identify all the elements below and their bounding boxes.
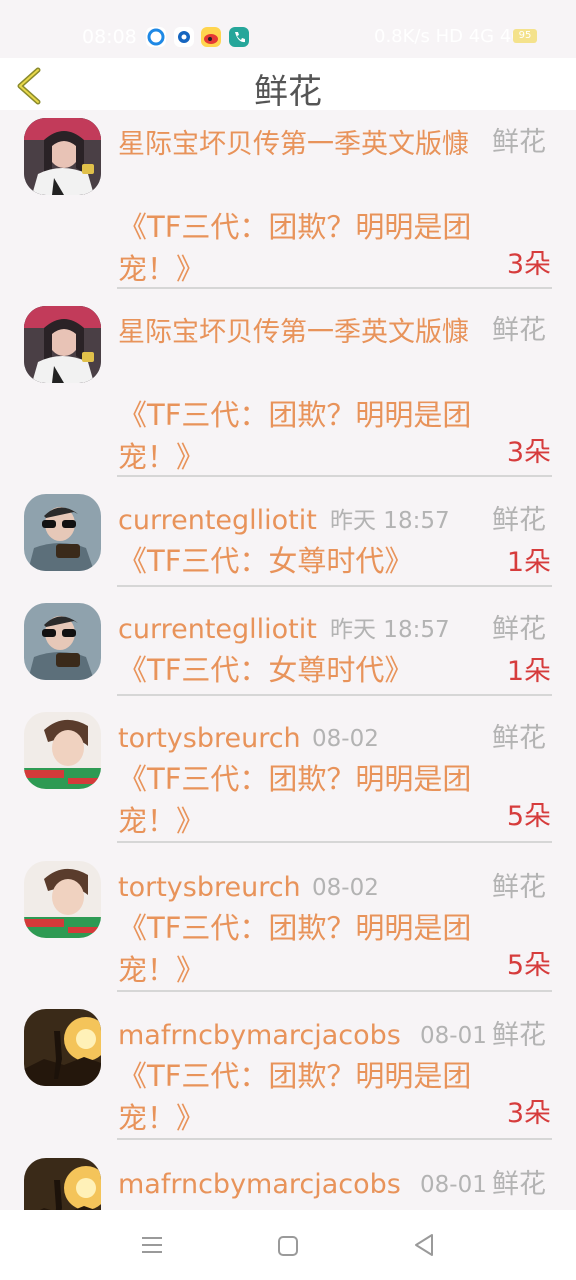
gift-type: 鲜花 [492,505,546,536]
menu-icon [142,1237,162,1253]
avatar[interactable] [24,494,101,571]
flower-count: 1朵 [506,656,551,687]
divider [117,694,552,696]
book-title[interactable]: 《TF三代：女尊时代》 [118,540,478,582]
sender-name[interactable]: tortysbreurch [118,869,301,907]
book-title[interactable]: 《TF三代：团欺？明明是团宠！》 [118,907,498,991]
gift-type: 鲜花 [492,614,546,645]
weibo-icon [201,27,221,47]
page-title: 鲜花 [254,72,322,112]
status-bar: 08:08 0.8K/s HD 4G 4G 95 [0,0,576,58]
back-triangle-icon [415,1234,433,1256]
book-title[interactable]: 《TF三代：团欺？明明是团宠！》 [118,758,498,842]
timestamp: 昨天 18:57 [330,617,450,643]
gift-type: 鲜花 [492,1020,546,1051]
book-title[interactable]: 《TF三代：女尊时代》 [118,649,478,691]
divider [117,287,552,289]
sender-name[interactable]: currenteglliotit [118,502,317,540]
timestamp: 昨天 18:57 [330,508,450,534]
sender-name[interactable]: currenteglliotit [118,611,317,649]
avatar[interactable] [24,1158,101,1210]
list-item[interactable]: 星际宝坏贝传第一季英文版慷 鲜花 《TF三代：团欺？明明是团宠！》 3朵 [0,110,576,290]
flower-record-list[interactable]: 星际宝坏贝传第一季英文版慷 鲜花 《TF三代：团欺？明明是团宠！》 3朵 星际宝… [0,110,576,1210]
home-button[interactable] [276,1234,300,1258]
timestamp: 08-01 [420,1023,487,1049]
divider [117,841,552,843]
avatar[interactable] [24,603,101,680]
home-square-icon [278,1236,298,1256]
flower-count: 1朵 [506,547,551,578]
list-item[interactable]: tortysbreurch 08-02 鲜花 《TF三代：团欺？明明是团宠！》 … [0,706,576,846]
timestamp: 08-01 [420,1172,487,1198]
list-item[interactable]: mafrncbymarcjacobs 08-01 鲜花 《TF三代：团欺？明明是… [0,1003,576,1143]
gift-type: 鲜花 [492,872,546,903]
gift-type: 鲜花 [492,127,546,158]
book-title[interactable]: 《TF三代：团欺？明明是团宠！》 [118,206,498,290]
list-item[interactable]: currenteglliotit 昨天 18:57 鲜花 《TF三代：女尊时代》… [0,488,576,588]
sender-name[interactable]: 星际宝坏贝传第一季英文版慷 [118,124,488,166]
gift-type: 鲜花 [492,315,546,346]
menu-button[interactable] [140,1234,164,1256]
avatar[interactable] [24,306,101,383]
flower-count: 3朵 [506,249,551,280]
system-navigation-bar [0,1210,576,1280]
sender-name[interactable]: tortysbreurch [118,720,301,758]
back-nav-button[interactable] [412,1232,436,1258]
network-status: 0.8K/s HD 4G 4G [374,26,526,47]
flower-count: 5朵 [506,801,551,832]
avatar[interactable] [24,861,101,938]
book-title[interactable]: 《TF三代：团欺？明明是团宠！》 [118,1055,498,1139]
book-title[interactable]: 《TF三代：团欺？明明是团宠！》 [118,394,498,478]
phone-app-icon [229,27,249,47]
browser-icon [146,27,166,47]
avatar[interactable] [24,1009,101,1086]
gift-type: 鲜花 [492,1169,546,1200]
flower-count: 3朵 [506,1098,551,1129]
sender-name[interactable]: mafrncbymarcjacobs [118,1017,401,1055]
flower-count: 5朵 [506,950,551,981]
sender-name[interactable]: mafrncbymarcjacobs [118,1166,401,1204]
list-item[interactable]: tortysbreurch 08-02 鲜花 《TF三代：团欺？明明是团宠！》 … [0,855,576,995]
list-item[interactable]: mafrncbymarcjacobs 08-01 鲜花 [0,1152,576,1210]
divider [117,1138,552,1140]
timestamp: 08-02 [312,875,379,901]
divider [117,475,552,477]
divider [117,990,552,992]
list-item[interactable]: currenteglliotit 昨天 18:57 鲜花 《TF三代：女尊时代》… [0,597,576,697]
list-item[interactable]: 星际宝坏贝传第一季英文版慷 鲜花 《TF三代：团欺？明明是团宠！》 3朵 [0,298,576,478]
timestamp: 08-02 [312,726,379,752]
navigation-bar: 鲜花 [0,58,576,112]
battery-indicator: 95 [513,29,537,43]
sender-name[interactable]: 星际宝坏贝传第一季英文版慷 [118,312,488,354]
avatar[interactable] [24,118,101,195]
avatar[interactable] [24,712,101,789]
status-time: 08:08 [82,26,137,48]
gift-type: 鲜花 [492,723,546,754]
flower-count: 3朵 [506,437,551,468]
qq-browser-icon [174,27,194,47]
divider [117,585,552,587]
